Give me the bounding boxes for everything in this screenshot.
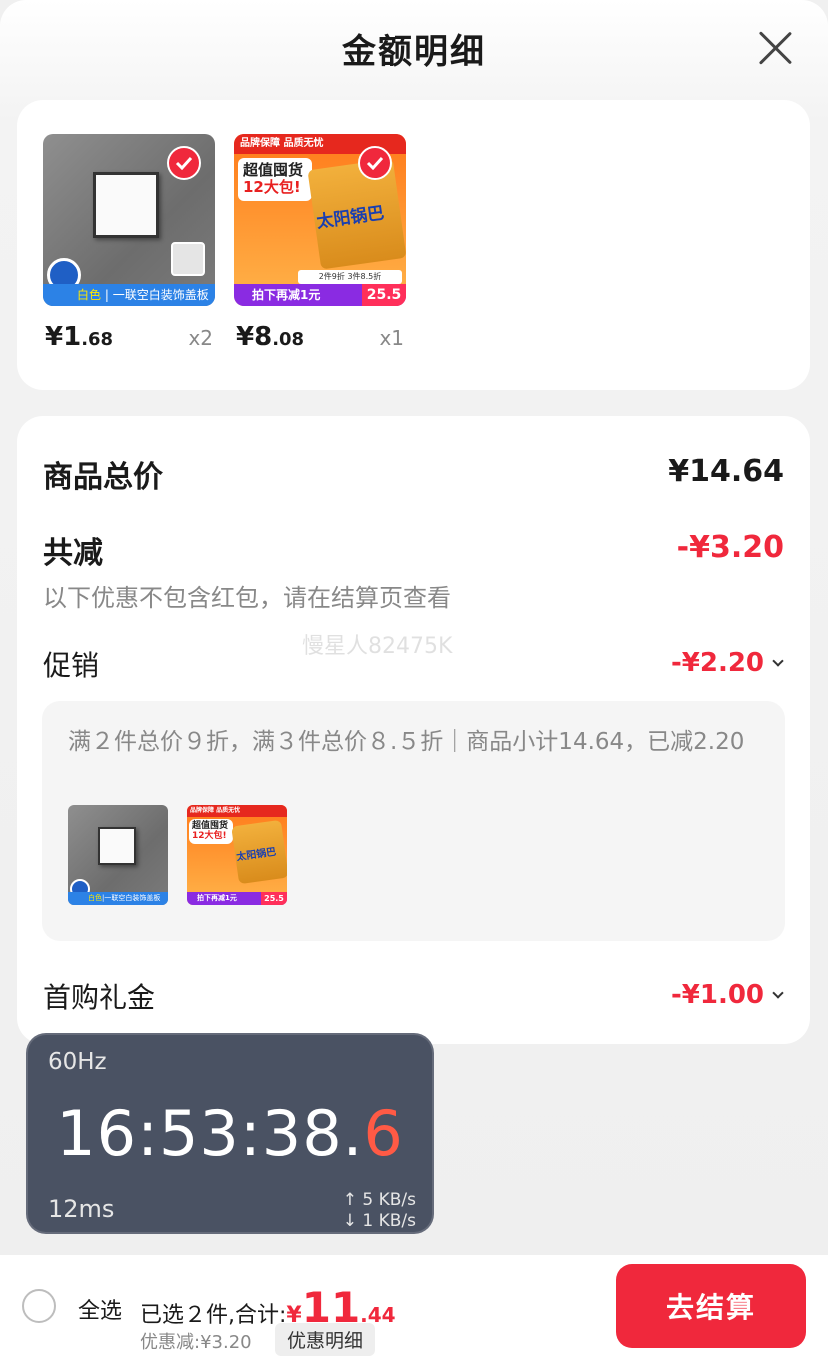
promo-product-thumbnail: 白色|一联空白装饰盖板 [68, 805, 168, 905]
clock-display: 16:53:38.6 [56, 1097, 404, 1170]
snack-headline: 超值囤货 12大包! [238, 158, 312, 201]
latency: 12ms [48, 1195, 115, 1223]
promo-product-thumbnail: 品牌保障 品质无忧 超值囤货 12大包! 太阳锅巴 拍下再减1元 25.5 [187, 805, 287, 905]
chevron-down-icon[interactable] [772, 987, 784, 999]
selected-products-card: 白色 | 一联空白装饰盖板 ¥1.68 x2 品牌保障 品质无忧 超值囤货 12… [17, 100, 810, 390]
total-value: ¥14.64 [668, 454, 784, 489]
sheet-title: 金额明细 [342, 32, 486, 72]
checkmark-icon [167, 146, 201, 180]
select-all-radio[interactable] [22, 1289, 56, 1323]
discount-note: 以下优惠不包含红包，请在结算页查看 [43, 584, 451, 612]
product-item[interactable]: 品牌保障 品质无忧 超值囤货 12大包! 太阳锅巴 2件9折 3件8.5折 拍下… [234, 134, 406, 352]
checkout-bar: 全选 已选２件,合计:¥11.44 优惠减:¥3.20 优惠明细 去结算 [0, 1255, 828, 1357]
snack-footer: 拍下再减1元 25.5 [234, 284, 406, 306]
snack-package: 太阳锅巴 [307, 158, 406, 270]
close-icon[interactable] [756, 28, 794, 66]
product-tag: 白色 | 一联空白装饰盖板 [43, 284, 215, 306]
performance-overlay[interactable]: 60Hz 16:53:38.6 12ms ↑ 5 KB/s ↓ 1 KB/s [26, 1033, 434, 1234]
download-speed: ↓ 1 KB/s [342, 1211, 416, 1231]
discount-summary: 优惠减:¥3.20 [140, 1332, 252, 1353]
product-tag-text: 一联空白装饰盖板 [112, 288, 209, 302]
switch-plate-thumbnail: 白色 | 一联空白装饰盖板 [43, 134, 215, 306]
promo-detail-text: 满２件总价９折，满３件总价８.５折｜商品小计14.64，已减2.20 [68, 729, 745, 755]
checkmark-icon [358, 146, 392, 180]
plate-detail-illustration [171, 242, 205, 276]
snack-thumbnail: 品牌保障 品质无忧 超值囤货 12大包! 太阳锅巴 2件9折 3件8.5折 拍下… [234, 134, 406, 306]
product-price: ¥8.08 [236, 322, 305, 352]
discount-detail-button[interactable]: 优惠明细 [275, 1323, 376, 1356]
promo-label: 促销 [43, 649, 100, 682]
product-item[interactable]: 白色 | 一联空白装饰盖板 ¥1.68 x2 [43, 134, 215, 352]
product-quantity: x1 [379, 326, 404, 350]
reduce-value: -¥3.20 [676, 530, 784, 565]
total-label: 商品总价 [43, 460, 163, 495]
promo-value[interactable]: -¥2.20 [671, 648, 764, 678]
gift-label: 首购礼金 [43, 981, 156, 1014]
promo-detail-box: 满２件总价９折，满３件总价８.５折｜商品小计14.64，已减2.20 白色|一联… [42, 701, 785, 941]
checkout-button[interactable]: 去结算 [616, 1264, 806, 1348]
product-price: ¥1.68 [45, 322, 114, 352]
chevron-down-icon[interactable] [772, 655, 784, 667]
product-tag-color: 白色 [77, 288, 102, 302]
upload-speed: ↑ 5 KB/s [342, 1190, 416, 1210]
price-summary-card: 商品总价 ¥14.64 共减 -¥3.20 以下优惠不包含红包，请在结算页查看 … [17, 416, 810, 1044]
product-quantity: x2 [188, 326, 213, 350]
reduce-label: 共减 [43, 536, 103, 571]
select-all-label[interactable]: 全选 [78, 1293, 122, 1325]
network-speed: ↑ 5 KB/s ↓ 1 KB/s [343, 1190, 416, 1232]
snack-promo: 2件9折 3件8.5折 [298, 270, 402, 284]
plate-illustration [93, 172, 159, 238]
gift-value[interactable]: -¥1.00 [671, 980, 764, 1010]
watermark: 慢星人82475K [302, 634, 453, 659]
refresh-rate: 60Hz [48, 1049, 107, 1075]
